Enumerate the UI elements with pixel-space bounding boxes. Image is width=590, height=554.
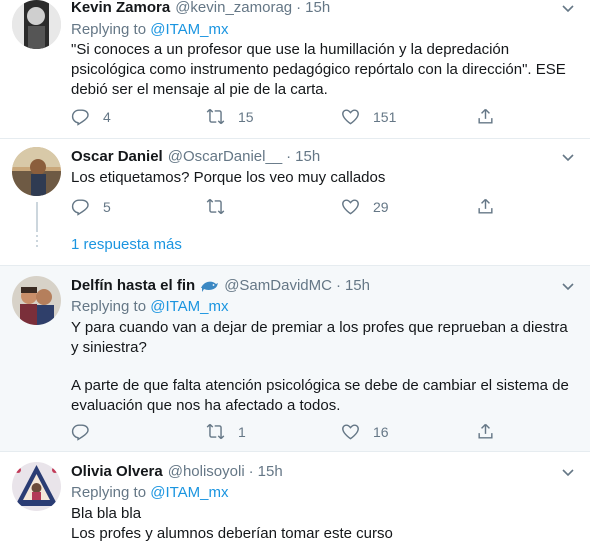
thread-dots	[36, 235, 38, 249]
replying-to-label: Replying to	[71, 484, 147, 501]
display-name[interactable]: Oscar Daniel	[71, 147, 163, 167]
share-icon	[478, 108, 493, 124]
chevron-down-icon[interactable]	[560, 278, 576, 294]
separator-dot: ·	[296, 0, 302, 16]
display-name[interactable]: Olivia Olvera	[71, 462, 163, 482]
share-icon	[478, 423, 493, 439]
retweet-button[interactable]: 1	[206, 422, 246, 441]
avatar[interactable]	[12, 462, 61, 511]
reply-count: 4	[103, 108, 111, 125]
dolphin-emoji-icon	[201, 281, 219, 292]
heart-icon	[342, 109, 359, 125]
reply-icon	[71, 424, 89, 441]
avatar[interactable]	[12, 0, 61, 49]
tweet-olivia-olvera[interactable]: Olivia Olvera @holisoyoli · 15h Replying…	[0, 452, 590, 554]
tweet-line: Los profes y alumnos deberían tomar este…	[71, 525, 393, 542]
tweet-text: Bla bla bla Los profes y alumnos debería…	[71, 504, 576, 544]
avatar[interactable]	[12, 276, 61, 325]
retweet-count: 15	[238, 108, 254, 125]
reply-icon	[71, 109, 89, 126]
display-name[interactable]: Kevin Zamora	[71, 0, 170, 18]
reply-button[interactable]: 5	[71, 197, 111, 216]
retweet-button[interactable]	[206, 197, 238, 216]
reply-button[interactable]: 4	[71, 107, 111, 126]
replying-to-mention[interactable]: @ITAM_mx	[150, 21, 228, 38]
heart-icon	[342, 199, 359, 215]
replying-to-label: Replying to	[71, 21, 147, 38]
like-count: 16	[373, 423, 389, 440]
reply-button[interactable]	[71, 422, 103, 441]
thread-line	[36, 202, 38, 232]
share-button[interactable]	[476, 422, 508, 441]
replying-to-mention[interactable]: @ITAM_mx	[150, 484, 228, 501]
like-count: 151	[373, 108, 397, 125]
separator-dot: ·	[248, 463, 254, 480]
like-button[interactable]: 29	[341, 197, 389, 216]
tweet-text: Y para cuando van a dejar de premiar a l…	[71, 318, 576, 416]
retweet-icon	[206, 198, 225, 215]
like-button[interactable]: 16	[341, 422, 389, 441]
chevron-down-icon[interactable]	[560, 0, 576, 16]
tweet-oscar-daniel[interactable]: Oscar Daniel @OscarDaniel__ · 15h Los et…	[0, 139, 590, 266]
avatar[interactable]	[12, 147, 61, 196]
separator-dot: ·	[335, 277, 341, 294]
retweet-count: 1	[238, 423, 246, 440]
retweet-button[interactable]: 15	[206, 107, 254, 126]
tweet-line: Bla bla bla	[71, 505, 142, 522]
tweet-paragraph: A parte de que falta atención psicológic…	[71, 377, 569, 414]
chevron-down-icon[interactable]	[560, 149, 576, 165]
replying-to-mention[interactable]: @ITAM_mx	[150, 298, 228, 315]
user-handle[interactable]: @OscarDaniel__	[168, 147, 282, 167]
display-name[interactable]: Delfín hasta el fin	[71, 276, 195, 296]
user-handle[interactable]: @holisoyoli	[168, 462, 245, 482]
tweet-text: "Si conoces a un profesor que use la hum…	[71, 41, 566, 98]
timestamp[interactable]: 15h	[305, 0, 330, 18]
retweet-icon	[206, 423, 225, 440]
like-count: 29	[373, 198, 389, 215]
reply-icon	[71, 199, 89, 216]
share-button[interactable]	[476, 107, 508, 126]
replying-to-label: Replying to	[71, 298, 147, 315]
heart-icon	[342, 424, 359, 440]
user-handle[interactable]: @SamDavidMC	[224, 276, 332, 296]
show-more-replies-link[interactable]: 1 respuesta más	[71, 236, 182, 253]
reply-count: 5	[103, 198, 111, 215]
share-button[interactable]	[476, 197, 508, 216]
tweet-delfin-hasta-el-fin[interactable]: Delfín hasta el fin @SamDavidMC · 15h Re…	[0, 266, 590, 452]
retweet-icon	[206, 108, 225, 125]
tweet-paragraph: Y para cuando van a dejar de premiar a l…	[71, 319, 568, 356]
timestamp[interactable]: 15h	[258, 462, 283, 482]
timestamp[interactable]: 15h	[295, 147, 320, 167]
timestamp[interactable]: 15h	[345, 276, 370, 296]
tweet-kevin-zamora[interactable]: Kevin Zamora @kevin_zamorag · 15h Replyi…	[0, 0, 590, 139]
chevron-down-icon[interactable]	[560, 464, 576, 480]
share-icon	[478, 198, 493, 214]
tweet-text: Los etiquetamos? Porque los veo muy call…	[71, 169, 386, 186]
separator-dot: ·	[286, 148, 292, 165]
user-handle[interactable]: @kevin_zamorag	[175, 0, 292, 18]
like-button[interactable]: 151	[341, 107, 396, 126]
